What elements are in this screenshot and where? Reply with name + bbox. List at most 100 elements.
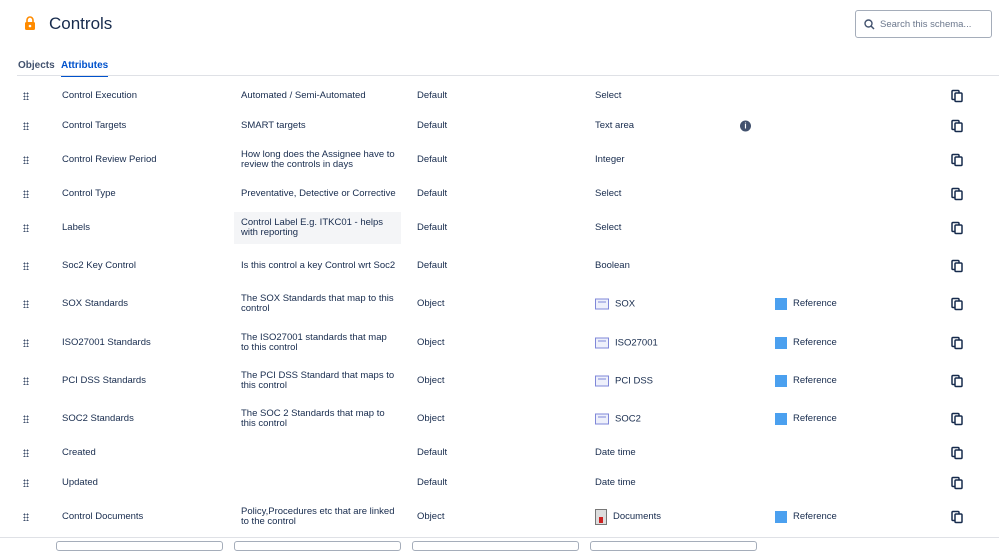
attribute-type: PCI DSS [595,375,654,387]
page-title: Controls [49,14,113,33]
attribute-type: Documents [595,509,661,525]
attribute-name: SOC2 Standards [62,413,134,424]
object-type-icon [595,337,609,349]
attribute-name: Labels [62,222,90,233]
new-attribute-category-select[interactable] [412,541,579,551]
search-icon [864,18,875,30]
attribute-type-label: Date time [595,447,636,458]
attribute-type: Date time [595,478,636,488]
drag-handle-icon[interactable] [23,300,29,308]
attribute-name: SOX Standards [62,298,129,309]
drag-handle-icon[interactable] [23,513,29,521]
attribute-category: Default [417,120,448,131]
attribute-description: The ISO27001 standards that map to this … [241,332,387,353]
drag-handle-icon[interactable] [23,122,29,130]
copy-icon[interactable] [951,374,963,388]
attribute-name: Control Execution [62,90,137,101]
copy-icon[interactable] [951,119,963,133]
attribute-type-label: SOC2 [615,413,641,424]
attribute-name: Control Review Period [62,154,157,165]
drag-handle-icon[interactable] [23,339,29,347]
object-type-icon [595,375,609,387]
search-input[interactable]: Search this schema... [855,10,992,38]
drag-handle-icon[interactable] [23,224,29,232]
attribute-name: ISO27001 Standards [62,337,151,348]
copy-icon[interactable] [951,446,963,460]
drag-handle-icon[interactable] [23,262,29,270]
attribute-name: Control Documents [62,511,144,522]
attribute-category: Object [417,375,445,386]
drag-handle-icon[interactable] [23,190,29,198]
reference-type: Reference [775,337,837,349]
attribute-row[interactable]: SOC2 Standards The SOC 2 Standards that … [0,402,999,436]
copy-icon[interactable] [951,412,963,426]
attribute-name: Created [62,447,96,458]
attribute-row[interactable]: PCI DSS Standards The PCI DSS Standard t… [0,364,999,398]
new-attribute-type-select[interactable] [590,541,757,551]
attribute-row[interactable]: Control Review Period How long does the … [0,143,999,177]
attribute-type: SOX [595,298,635,310]
attribute-description: Automated / Semi-Automated [241,90,366,101]
copy-icon[interactable] [951,297,963,311]
attribute-row[interactable]: Soc2 Key Control Is this control a key C… [0,249,999,283]
attribute-row[interactable]: ISO27001 Standards The ISO27001 standard… [0,326,999,360]
attribute-type: Date time [595,448,636,458]
copy-icon[interactable] [951,476,963,490]
attribute-row[interactable]: Created Default Date time [0,436,999,470]
attribute-type: ISO27001 [595,337,658,349]
tab-objects[interactable]: Objects [18,60,55,71]
drag-handle-icon[interactable] [23,377,29,385]
attribute-row[interactable]: Updated Default Date time [0,466,999,500]
attribute-type: SOC2 [595,413,641,425]
new-attribute-name-input[interactable] [56,541,223,551]
attribute-row[interactable]: Control Type Preventative, Detective or … [0,177,999,211]
copy-icon[interactable] [951,336,963,350]
attribute-type-label: Select [595,90,622,101]
reference-label: Reference [793,413,837,424]
attribute-row[interactable]: Labels Control Label E.g. ITKC01 - helps… [0,211,999,245]
attribute-type-label: Date time [595,477,636,488]
attribute-description: The PCI DSS Standard that maps to this c… [241,370,395,391]
attribute-category: Object [417,337,445,348]
copy-icon[interactable] [951,510,963,524]
reference-type: Reference [775,413,837,425]
attribute-type: Text area [595,121,634,131]
copy-icon[interactable] [951,153,963,167]
drag-handle-icon[interactable] [23,92,29,100]
attribute-category: Object [417,511,445,522]
attribute-category: Default [417,154,448,165]
info-icon[interactable]: i [740,120,751,132]
copy-icon[interactable] [951,259,963,273]
attribute-row[interactable]: Control Execution Automated / Semi-Autom… [0,79,999,113]
attribute-description[interactable]: Control Label E.g. ITKC01 - helps with r… [234,212,401,244]
attribute-row[interactable]: Control Documents Policy,Procedures etc … [0,500,999,534]
attribute-category: Default [417,222,448,233]
attribute-type-label: Select [595,222,622,233]
reference-color-icon [775,375,787,387]
divider [0,537,999,538]
copy-icon[interactable] [951,187,963,201]
attribute-row[interactable]: Control Targets SMART targets Default Te… [0,109,999,143]
attribute-type-label: Boolean [595,260,630,271]
drag-handle-icon[interactable] [23,479,29,487]
drag-handle-icon[interactable] [23,449,29,457]
attribute-row[interactable]: SOX Standards The SOX Standards that map… [0,287,999,321]
new-attribute-description-input[interactable] [234,541,401,551]
reference-label: Reference [793,375,837,386]
copy-icon[interactable] [951,89,963,103]
attribute-description: The SOX Standards that map to this contr… [241,293,394,314]
object-type-icon [595,298,609,310]
copy-icon[interactable] [951,221,963,235]
attribute-description: Preventative, Detective or Corrective [241,188,396,199]
attribute-description: How long does the Assignee have to revie… [241,149,395,170]
drag-handle-icon[interactable] [23,415,29,423]
reference-type: Reference [775,511,837,523]
reference-type: Reference [775,298,837,310]
drag-handle-icon[interactable] [23,156,29,164]
attribute-type: Select [595,223,621,233]
attribute-type-label: Documents [613,511,662,522]
attribute-description: Policy,Procedures etc that are linked to… [241,506,395,527]
attribute-type-label: Integer [595,154,625,165]
attribute-type-label: PCI DSS [615,375,654,386]
attribute-type-label: ISO27001 [615,337,658,348]
